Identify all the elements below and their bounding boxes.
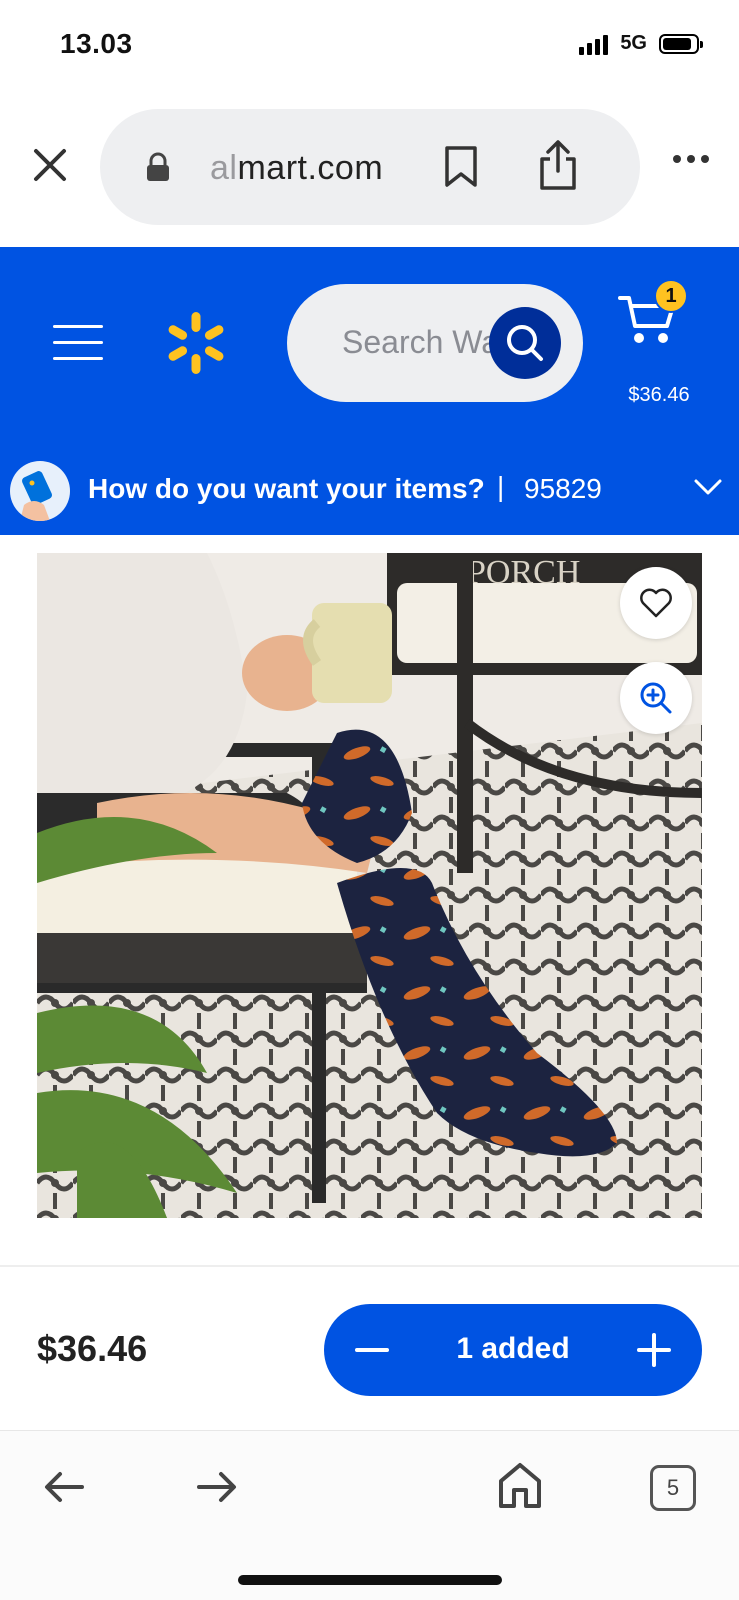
search-input[interactable]: Search Wa bbox=[287, 284, 583, 402]
status-time: 13.03 bbox=[60, 28, 133, 59]
delivery-separator: | bbox=[497, 471, 505, 502]
cart-count-badge: 1 bbox=[654, 279, 688, 313]
favorite-button[interactable] bbox=[620, 567, 692, 639]
url-text-main: mart.com bbox=[237, 149, 384, 187]
tabs-button[interactable]: 5 bbox=[650, 1465, 696, 1511]
menu-icon[interactable] bbox=[53, 325, 103, 373]
lock-icon bbox=[146, 152, 170, 187]
browser-address-bar: almart.com bbox=[0, 95, 739, 247]
site-header: Search Wa 1 $36.46 bbox=[0, 247, 739, 447]
url-text: almart.com bbox=[210, 149, 383, 188]
delivery-avatar bbox=[10, 461, 70, 521]
battery-icon bbox=[659, 33, 703, 54]
network-label: 5G bbox=[620, 32, 647, 54]
close-icon[interactable] bbox=[30, 145, 70, 185]
spark-logo-icon[interactable] bbox=[166, 309, 226, 382]
chevron-down-icon[interactable] bbox=[693, 477, 723, 502]
increase-quantity-button[interactable] bbox=[634, 1330, 674, 1370]
more-icon[interactable] bbox=[673, 155, 709, 163]
signal-icon bbox=[579, 33, 609, 55]
search-button[interactable] bbox=[489, 307, 561, 379]
home-icon[interactable] bbox=[497, 1461, 543, 1514]
search-placeholder: Search Wa bbox=[342, 324, 500, 360]
back-arrow-icon[interactable] bbox=[42, 1469, 86, 1510]
cart-total: $36.46 bbox=[628, 384, 690, 406]
url-field[interactable]: almart.com bbox=[100, 109, 640, 225]
search-icon bbox=[507, 325, 543, 361]
plus-icon bbox=[637, 1333, 671, 1367]
divider bbox=[0, 1265, 739, 1267]
product-price: $36.46 bbox=[37, 1328, 148, 1369]
heart-icon bbox=[640, 588, 672, 618]
delivery-prompt: How do you want your items? bbox=[88, 473, 485, 504]
cart-button[interactable]: 1 $36.46 bbox=[614, 279, 704, 406]
status-bar: 13.03 5G bbox=[0, 0, 739, 95]
zoom-button[interactable] bbox=[620, 662, 692, 734]
bookmark-icon[interactable] bbox=[443, 145, 479, 194]
product-image[interactable]: PORCH bbox=[37, 553, 702, 1218]
svg-text:PORCH: PORCH bbox=[467, 554, 580, 591]
delivery-zip: 95829 bbox=[524, 473, 602, 504]
zoom-in-icon bbox=[640, 682, 672, 714]
status-indicators: 5G bbox=[579, 32, 703, 55]
home-indicator bbox=[238, 1575, 502, 1585]
delivery-selector[interactable]: How do you want your items? | 95829 bbox=[0, 447, 739, 535]
browser-toolbar: 5 bbox=[0, 1430, 739, 1600]
url-text-faded: al bbox=[210, 149, 238, 187]
forward-arrow-icon[interactable] bbox=[195, 1469, 239, 1510]
share-icon[interactable] bbox=[538, 139, 578, 196]
quantity-stepper: 1 added bbox=[324, 1304, 702, 1396]
